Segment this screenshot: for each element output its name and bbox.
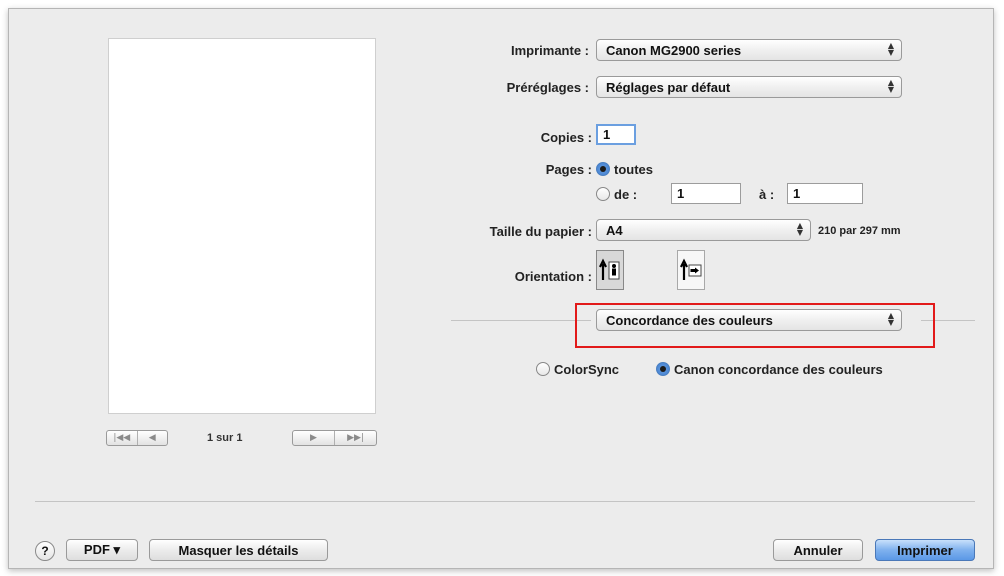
print-button[interactable]: Imprimer (875, 539, 975, 561)
previous-page-icon[interactable]: ◀ (136, 431, 168, 445)
pages-range-radio[interactable] (596, 187, 610, 201)
print-preview (108, 38, 376, 414)
stepper-arrows-icon: ▲ ▼ (887, 41, 894, 57)
orientation-portrait-button[interactable] (596, 250, 624, 290)
pages-all-radio[interactable] (596, 162, 610, 176)
footer-separator (35, 501, 975, 502)
presets-label: Préréglages : (506, 80, 589, 95)
pdf-button[interactable]: PDF ▾ (66, 539, 138, 561)
pages-all-label: toutes (614, 162, 653, 177)
pages-label: Pages : (545, 162, 592, 177)
page-indicator: 1 sur 1 (207, 432, 243, 444)
presets-select[interactable]: Réglages par défaut ▲ ▼ (596, 76, 902, 98)
printer-value: Canon MG2900 series (606, 42, 742, 58)
preview-back-buttons: |◀◀ ◀ (106, 430, 168, 446)
colorsync-radio[interactable] (536, 362, 550, 376)
paper-size-label: Taille du papier : (489, 224, 592, 239)
orientation-landscape-button[interactable] (677, 250, 705, 290)
cancel-button[interactable]: Annuler (773, 539, 863, 561)
copies-label: Copies : (540, 130, 592, 145)
orientation-label: Orientation : (514, 269, 592, 284)
paper-size-value: A4 (606, 222, 623, 238)
portrait-icon (599, 258, 620, 280)
highlight-box (575, 303, 935, 348)
canon-color-matching-label: Canon concordance des couleurs (674, 362, 883, 377)
printer-select[interactable]: Canon MG2900 series ▲ ▼ (596, 39, 902, 61)
separator-left (451, 320, 591, 321)
printer-label: Imprimante : (510, 43, 589, 58)
help-icon[interactable]: ? (35, 541, 55, 561)
stepper-arrows-icon: ▲ ▼ (887, 78, 894, 94)
preview-forward-buttons: ▶ ▶▶| (292, 430, 377, 446)
pages-to-field[interactable]: 1 (787, 183, 863, 204)
presets-value: Réglages par défaut (606, 79, 731, 95)
landscape-icon (680, 258, 702, 280)
pages-to-label: à : (759, 187, 775, 202)
paper-dimensions: 210 par 297 mm (818, 225, 901, 237)
pages-from-field[interactable]: 1 (671, 183, 741, 204)
hide-details-button[interactable]: Masquer les détails (149, 539, 328, 561)
pages-from-label: de : (614, 187, 638, 202)
paper-size-select[interactable]: A4 ▲ ▼ (596, 219, 811, 241)
colorsync-label: ColorSync (554, 362, 620, 377)
last-page-icon[interactable]: ▶▶| (334, 431, 376, 445)
copies-field[interactable]: 1 (596, 124, 636, 145)
stepper-arrows-icon: ▲ ▼ (796, 221, 803, 237)
canon-color-matching-radio[interactable] (656, 362, 670, 376)
next-page-icon[interactable]: ▶ (293, 431, 334, 445)
print-dialog: |◀◀ ◀ 1 sur 1 ▶ ▶▶| Imprimante : Canon M… (8, 8, 994, 569)
first-page-icon[interactable]: |◀◀ (107, 431, 137, 445)
